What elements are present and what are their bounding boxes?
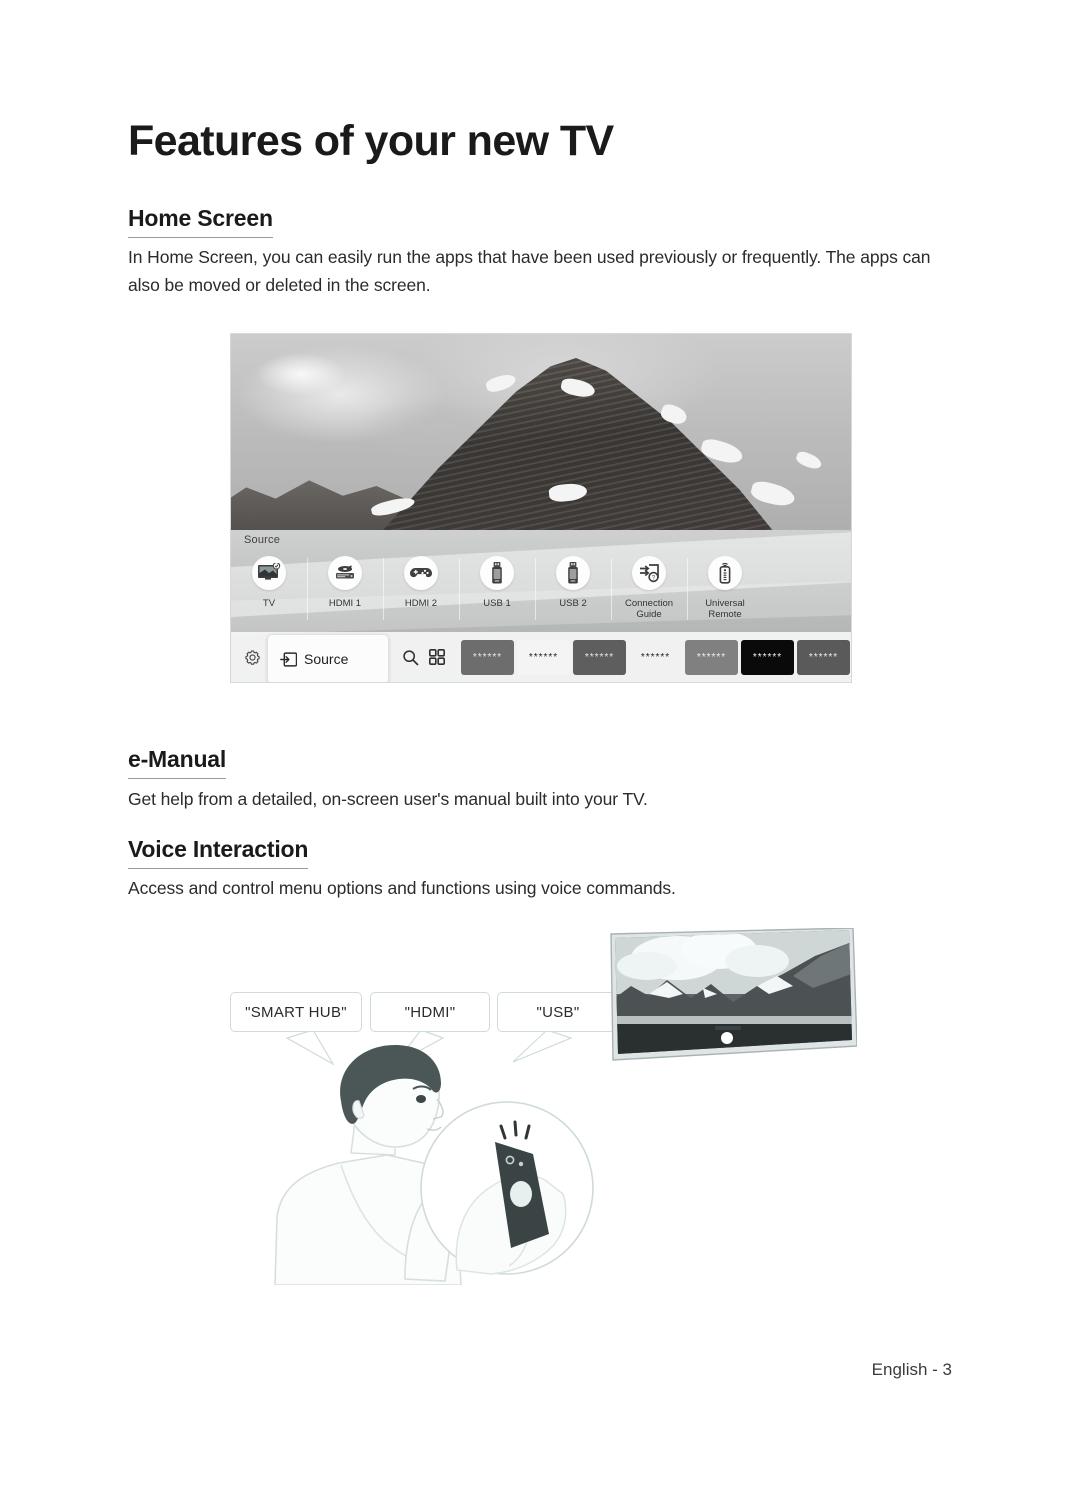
app-tile[interactable]: ****** [797,639,850,675]
speech-bubble-smart-hub: "SMART HUB" [230,992,362,1032]
remote-mic-zoom-circle [420,1101,594,1275]
voice-interaction-illustration: "SMART HUB" "HDMI" "USB" [225,920,875,1285]
bluray-player-icon [328,556,362,590]
tv-mountain-illustration [607,928,857,1068]
source-panel-title: Source [244,534,281,546]
search-icon[interactable] [399,646,421,668]
universal-remote-icon [708,556,742,590]
source-label: HDMI 1 [328,598,362,609]
source-label: HDMI 2 [404,598,438,609]
page-title: Features of your new TV [128,117,614,165]
gear-icon[interactable] [241,646,263,668]
source-button[interactable]: Source [267,634,389,682]
speech-bubble-hdmi: "HDMI" [370,992,490,1032]
svg-text:?: ? [652,575,656,582]
section-body-voice-interaction: Access and control menu options and func… [128,878,676,898]
app-tile[interactable]: ****** [629,639,682,675]
source-item-hdmi-2[interactable]: HDMI 2 [383,556,459,620]
app-tile[interactable]: ****** [573,639,626,675]
source-label: TV [262,598,276,609]
speech-bubble-usb: "USB" [497,992,619,1032]
section-heading-e-manual: e-Manual [128,746,226,780]
app-tile-strip[interactable]: ****** ****** ****** ****** ****** ****** ****… [461,639,851,675]
section-heading-voice-interaction: Voice Interaction [128,836,308,870]
app-tile[interactable]: ****** [741,639,794,675]
section-body-home-screen: In Home Screen, you can easily run the a… [128,247,931,295]
source-button-label: Source [304,651,349,667]
source-list: TV HDMI 1 HDMI 2 USB 1 USB 2 ? Connectio… [231,556,851,628]
source-item-usb-2[interactable]: USB 2 [535,556,611,620]
usb-drive-icon [556,556,590,590]
home-screen-screenshot: Source TV HDMI 1 HDMI 2 USB 1 USB 2 ? Co… [231,334,851,682]
source-label: USB 1 [483,598,511,609]
apps-grid-icon[interactable] [426,646,448,668]
source-item-tv[interactable]: TV [231,556,307,609]
source-item-connection-guide[interactable]: ? Connection Guide [611,556,687,620]
source-item-hdmi-1[interactable]: HDMI 1 [307,556,383,620]
section-body-e-manual: Get help from a detailed, on-screen user… [128,789,648,809]
source-item-usb-1[interactable]: USB 1 [459,556,535,620]
app-tile[interactable]: ****** [517,639,570,675]
source-input-icon [280,651,297,667]
home-app-bar: Source ****** ****** ****** ****** ****** ***… [231,632,851,682]
source-label: Universal Remote [705,598,745,620]
app-tile[interactable]: ****** [461,639,514,675]
section-heading-home-screen: Home Screen [128,205,273,239]
game-controller-icon [404,556,438,590]
usb-drive-icon [480,556,514,590]
page-footer: English - 3 [871,1360,952,1379]
source-label: USB 2 [559,598,587,609]
source-item-universal-remote[interactable]: Universal Remote [687,556,763,620]
source-label: Connection Guide [624,598,674,620]
tv-icon [252,556,286,590]
app-tile[interactable]: ****** [685,639,738,675]
connection-guide-icon: ? [632,556,666,590]
document-page: Features of your new TV Home Screen In H… [0,0,1080,1494]
